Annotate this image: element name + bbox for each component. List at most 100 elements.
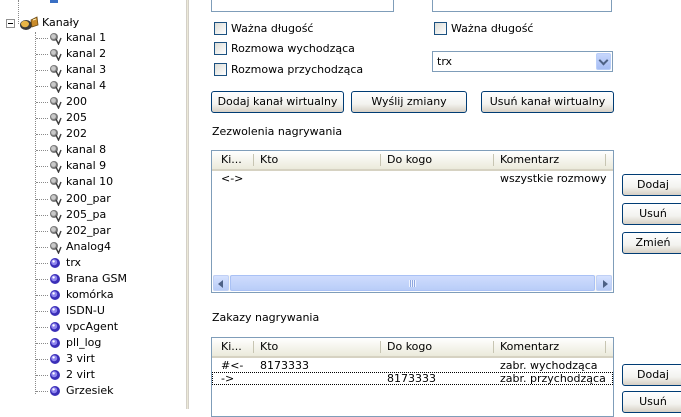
column-header[interactable]: Do kogo	[387, 151, 432, 169]
channel-v-icon	[49, 225, 64, 239]
scrollbar-thumb[interactable]	[230, 275, 595, 291]
left-number-field[interactable]	[211, 0, 394, 12]
tree-item[interactable]: kanal 8	[0, 142, 186, 158]
tree-item[interactable]: komórka	[0, 287, 186, 303]
list-row[interactable]: <-> wszystkie rozmowy	[212, 172, 613, 185]
chevron-down-icon[interactable]	[596, 53, 611, 70]
tree-item[interactable]: kanal 10	[0, 174, 186, 190]
channel-icon	[49, 305, 64, 318]
tree-branch-line	[36, 70, 48, 71]
permissions-list[interactable]: Ki... Kto Do kogo Komentarz <-> wszystkie…	[211, 150, 614, 293]
collapse-icon[interactable]	[6, 19, 15, 28]
tree-item[interactable]: trx	[0, 255, 186, 271]
tree-branch-line	[36, 215, 48, 216]
tree-item[interactable]: 205	[0, 110, 186, 126]
tree-item[interactable]: kanal 2	[0, 46, 186, 62]
column-header[interactable]: Ki...	[221, 338, 242, 356]
tree-item[interactable]: 205_pa	[0, 207, 186, 223]
channel-v-icon	[49, 48, 64, 62]
tree-branch-line	[36, 38, 48, 39]
checkbox-label: Ważna długość	[451, 22, 534, 35]
grip-icon	[408, 280, 416, 287]
tree-item[interactable]: ISDN-U	[0, 303, 186, 319]
tree-item[interactable]: Analog4	[0, 239, 186, 255]
channel-tree[interactable]: Kanały kanal 1 kanal 2 kanal 3 kanal 4 200 20…	[0, 0, 186, 409]
ban-add-button[interactable]: Dodaj	[622, 364, 681, 386]
list-row[interactable]: #<- 8173333 zabr. wychodząca	[212, 359, 613, 372]
tree-branch-line	[36, 359, 48, 360]
tree-item[interactable]: Grzesiek	[0, 383, 186, 399]
tree-branch-line	[36, 102, 48, 103]
column-header[interactable]: Kto	[260, 338, 278, 356]
tree-item[interactable]: 202_par	[0, 223, 186, 239]
tree-item[interactable]: kanal 1	[0, 30, 186, 46]
tree-item-kanaly[interactable]: Kanały	[0, 15, 186, 31]
checkbox-label: Rozmowa przychodząca	[231, 63, 364, 76]
list-cell: ->	[221, 372, 235, 385]
bans-list[interactable]: Ki... Kto Do kogo Komentarz #<- 8173333 za…	[211, 337, 614, 417]
list-cell: 8173333	[260, 359, 309, 372]
channel-settings-panel: Ważna długość Ważna długość Rozmowa wych…	[189, 0, 681, 417]
channel-select[interactable]: trx	[432, 51, 613, 72]
right-number-field[interactable]	[432, 0, 612, 12]
tree-item-label: vpcAgent	[66, 320, 119, 333]
list-row[interactable]: -> 8173333 zabr. przychodząca	[212, 372, 613, 385]
add-virtual-channel-button[interactable]: Dodaj kanał wirtualny	[211, 91, 344, 113]
tree-item[interactable]: 2 virt	[0, 367, 186, 383]
checkbox-box[interactable]	[214, 22, 227, 35]
scroll-right-button[interactable]	[596, 275, 612, 291]
tree-branch-line	[36, 166, 48, 167]
horizontal-scrollbar[interactable]	[213, 275, 612, 291]
list-cell: wszystkie rozmowy	[500, 172, 607, 185]
channel-v-icon	[49, 128, 64, 142]
tree-branch-line	[36, 118, 48, 119]
permission-add-button[interactable]: Dodaj	[622, 174, 681, 196]
column-header[interactable]: Komentarz	[500, 151, 559, 169]
column-header[interactable]: Komentarz	[500, 338, 559, 356]
column-header[interactable]: Ki...	[221, 151, 242, 169]
channel-v-icon	[49, 144, 64, 158]
checkbox-box[interactable]	[214, 42, 227, 55]
permission-change-button[interactable]: Zmień	[622, 232, 681, 254]
tree-item-label: kanal 8	[66, 143, 107, 156]
checkbox-label: Ważna długość	[231, 22, 314, 35]
tree-item-label: Analog4	[66, 240, 112, 253]
checkbox-box[interactable]	[214, 63, 227, 76]
tree-item[interactable]: kanal 4	[0, 78, 186, 94]
column-header[interactable]: Do kogo	[387, 338, 432, 356]
tree-branch-line	[36, 54, 48, 55]
tree-item[interactable]: 202	[0, 126, 186, 142]
channel-v-icon	[49, 112, 64, 126]
tree-item[interactable]: 200	[0, 94, 186, 110]
column-divider	[605, 154, 606, 166]
tree-item-label: kanal 1	[66, 31, 107, 44]
tree-item[interactable]: kanal 3	[0, 62, 186, 78]
send-changes-button[interactable]: Wyślij zmiany	[351, 91, 467, 113]
channels-folder-icon	[18, 16, 40, 31]
tree-item[interactable]: 200_par	[0, 191, 186, 207]
tree-item[interactable]: kanal 9	[0, 158, 186, 174]
channel-v-icon	[49, 96, 64, 110]
tree-item[interactable]: Brana GSM	[0, 271, 186, 287]
channel-v-icon	[49, 193, 64, 207]
checkbox-box[interactable]	[434, 22, 447, 35]
tree-branch-line	[36, 86, 48, 87]
column-divider	[605, 341, 606, 353]
tree-item-label: Brana GSM	[66, 272, 128, 285]
tree-item-label: ISDN-U	[66, 304, 105, 317]
scroll-left-button[interactable]	[213, 275, 229, 291]
tree-branch-line	[36, 391, 48, 392]
ban-remove-button[interactable]: Usuń	[622, 391, 681, 413]
tree-item[interactable]: pll_log	[0, 335, 186, 351]
remove-virtual-channel-button[interactable]: Usuń kanał wirtualny	[481, 91, 614, 113]
tree-item-partial[interactable]	[36, 0, 58, 4]
tree-item[interactable]: vpcAgent	[0, 319, 186, 335]
arrow-right-icon	[603, 280, 608, 288]
tree-item[interactable]: 3 virt	[0, 351, 186, 367]
tree-item-label: 205_pa	[66, 208, 107, 221]
tree-item-label: 200_par	[66, 192, 111, 205]
column-header[interactable]: Kto	[260, 151, 278, 169]
permission-remove-button[interactable]: Usuń	[622, 203, 681, 225]
column-divider	[253, 341, 254, 353]
tree-branch-line	[36, 295, 48, 296]
